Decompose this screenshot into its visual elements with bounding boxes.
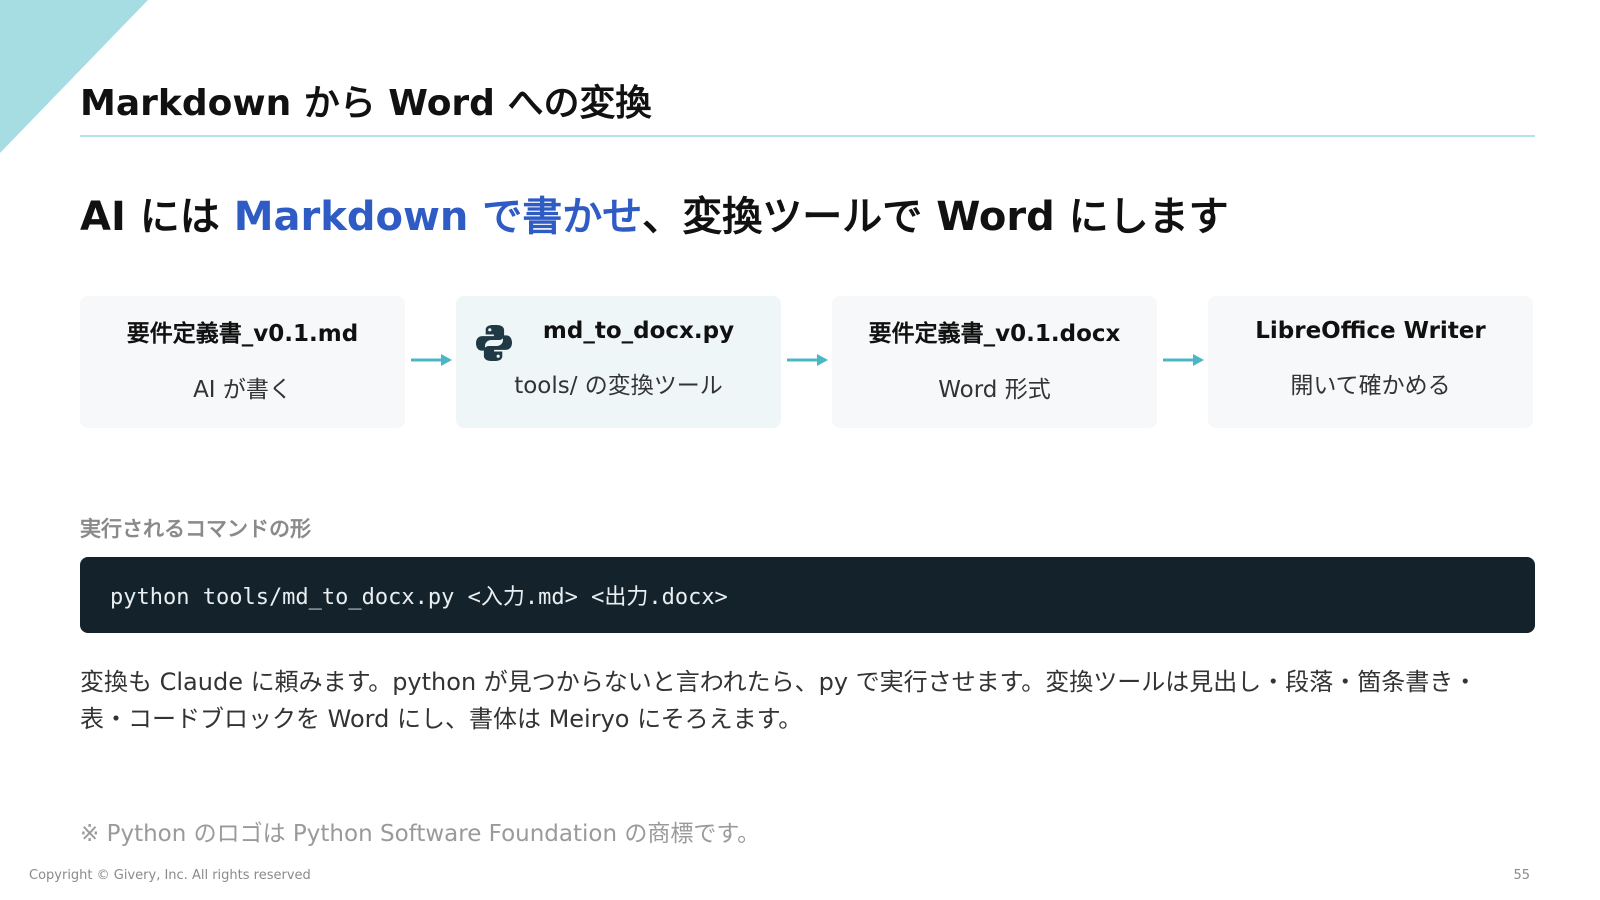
page-number: 55 (1513, 868, 1530, 883)
headline-suffix: 、変換ツールで Word にします (642, 194, 1229, 240)
arrow-right-icon (411, 354, 452, 366)
conversion-flow: 要件定義書_v0.1.md AI が書く md_to_docx.py tools… (80, 296, 1535, 428)
flow-step-title: 要件定義書_v0.1.docx (868, 321, 1121, 347)
command-code-block: python tools/md_to_docx.py <入力.md> <出力.d… (80, 557, 1535, 633)
command-section-label: 実行されるコマンドの形 (80, 517, 311, 541)
flow-step-markdown: 要件定義書_v0.1.md AI が書く (80, 296, 405, 428)
flow-step-docx: 要件定義書_v0.1.docx Word 形式 (832, 296, 1157, 428)
headline: AI には Markdown で書かせ、変換ツールで Word にします (80, 184, 1229, 242)
command-code: python tools/md_to_docx.py <入力.md> <出力.d… (110, 585, 728, 610)
python-logo-icon (476, 325, 512, 361)
flow-step-writer: LibreOffice Writer 開いて確かめる (1208, 296, 1533, 428)
body-paragraph: 変換も Claude に頼みます。python が見つからないと言われたら、py… (80, 668, 1478, 733)
flow-step-subtitle: 開いて確かめる (1290, 373, 1451, 399)
flow-step-title: 要件定義書_v0.1.md (126, 321, 359, 347)
flow-step-title: md_to_docx.py (542, 318, 735, 344)
flow-step-subtitle: tools/ の変換ツール (514, 373, 723, 399)
flow-step-converter: md_to_docx.py tools/ の変換ツール (456, 296, 781, 428)
copyright-notice: Copyright © Givery, Inc. All rights rese… (29, 868, 311, 883)
arrow-right-icon (787, 354, 828, 366)
headline-prefix: AI には (80, 194, 234, 240)
arrow-right-icon (1163, 354, 1204, 366)
headline-accent: Markdown で書かせ (233, 194, 643, 240)
trademark-footnote: ※ Python のロゴは Python Software Foundation… (80, 821, 761, 847)
flow-step-title: LibreOffice Writer (1255, 318, 1486, 344)
flow-step-subtitle: Word 形式 (938, 377, 1051, 403)
slide-title: Markdown から Word への変換 (80, 83, 652, 124)
title-divider (80, 135, 1535, 137)
flow-step-subtitle: AI が書く (193, 377, 292, 403)
